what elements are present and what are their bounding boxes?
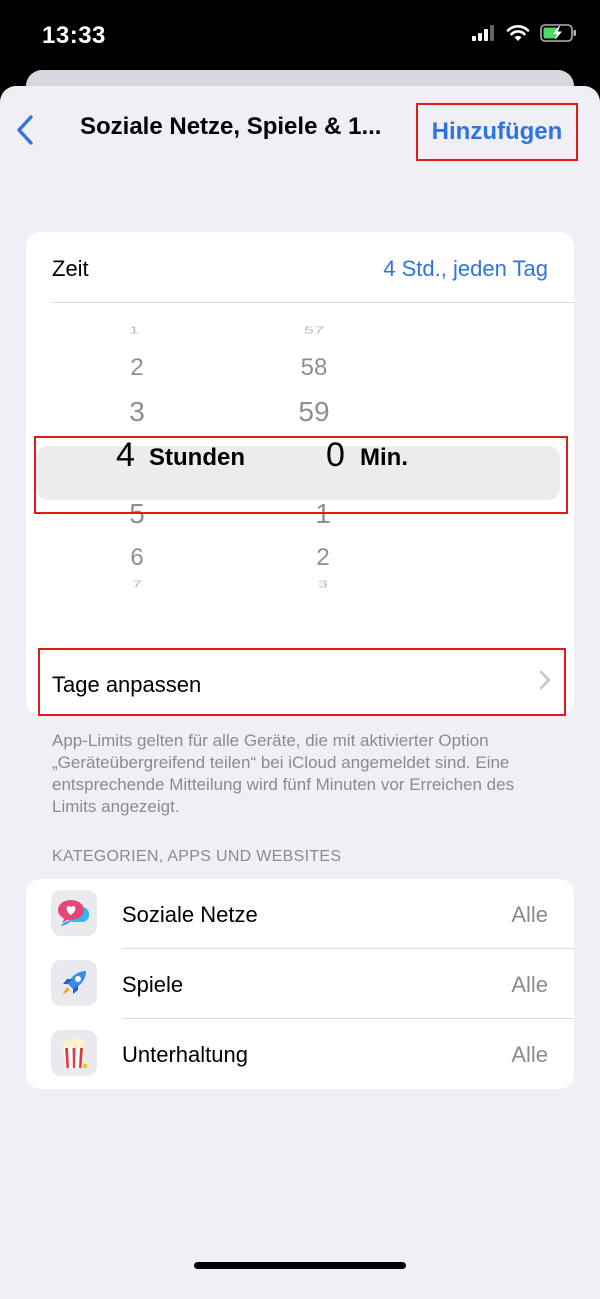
time-label: Zeit bbox=[52, 256, 89, 281]
navigation-bar: Soziale Netze, Spiele & 1... Hinzufügen bbox=[0, 86, 600, 176]
wifi-icon bbox=[506, 25, 530, 41]
time-row[interactable]: Zeit 4 Std., jeden Tag bbox=[26, 232, 574, 302]
app-limit-sheet: Soziale Netze, Spiele & 1... Hinzufügen … bbox=[0, 86, 600, 1299]
chevron-left-icon bbox=[17, 115, 33, 145]
category-name: Spiele bbox=[122, 972, 184, 997]
customize-days-label: Tage anpassen bbox=[52, 672, 202, 697]
categories-list: Soziale Netze Alle Spiele Alle Unterhalt… bbox=[26, 879, 574, 1089]
minutes-option[interactable]: 3 bbox=[273, 579, 373, 591]
list-item[interactable]: Spiele Alle bbox=[26, 949, 574, 1019]
social-chat-heart-icon bbox=[51, 890, 97, 936]
list-item[interactable]: Unterhaltung Alle bbox=[26, 1019, 574, 1089]
status-icons bbox=[472, 24, 578, 42]
hours-option[interactable]: 2 bbox=[87, 354, 187, 382]
hours-option[interactable]: 3 bbox=[87, 396, 187, 428]
minutes-option[interactable]: 2 bbox=[273, 544, 373, 572]
status-bar: 13:33 bbox=[0, 0, 600, 72]
hours-option[interactable]: 7 bbox=[87, 579, 187, 591]
back-button[interactable] bbox=[10, 110, 40, 150]
divider bbox=[52, 302, 574, 303]
list-item[interactable]: Soziale Netze Alle bbox=[26, 879, 574, 949]
category-name: Unterhaltung bbox=[122, 1042, 248, 1067]
category-value: Alle bbox=[511, 1042, 548, 1067]
minutes-option[interactable]: 59 bbox=[264, 396, 364, 428]
status-time: 13:33 bbox=[42, 22, 106, 49]
battery-charging-icon bbox=[540, 24, 576, 42]
add-button[interactable]: Hinzufügen bbox=[416, 103, 578, 161]
category-value: Alle bbox=[511, 972, 548, 997]
chevron-right-icon bbox=[539, 670, 551, 690]
home-indicator[interactable] bbox=[194, 1262, 406, 1269]
minutes-option[interactable]: 58 bbox=[264, 354, 364, 382]
rocket-icon bbox=[51, 960, 97, 1006]
time-value: 4 Std., jeden Tag bbox=[383, 256, 548, 281]
category-value: Alle bbox=[511, 902, 548, 927]
hours-option[interactable]: 1 bbox=[84, 325, 184, 337]
category-name: Soziale Netze bbox=[122, 902, 258, 927]
popcorn-icon bbox=[51, 1030, 97, 1076]
section-header: KATEGORIEN, APPS UND WEBSITES bbox=[52, 848, 342, 865]
signal-icon bbox=[472, 25, 494, 41]
page-title: Soziale Netze, Spiele & 1... bbox=[80, 113, 382, 140]
minutes-option[interactable]: 57 bbox=[264, 325, 364, 337]
picker-highlight-box bbox=[34, 436, 568, 514]
hours-option[interactable]: 6 bbox=[87, 544, 187, 572]
customize-days-row[interactable]: Tage anpassen bbox=[38, 648, 566, 716]
app-limits-footnote: App-Limits gelten für alle Geräte, die m… bbox=[52, 731, 515, 816]
